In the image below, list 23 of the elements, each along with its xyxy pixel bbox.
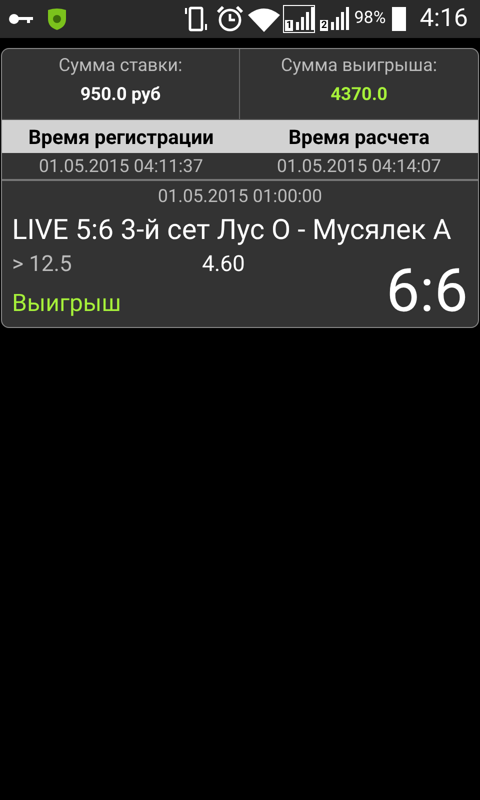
score: 6:6 [386,261,468,321]
sim-label: 1 [285,20,293,31]
shield-icon [46,7,68,31]
payout-label: Сумма выигрыша: [280,55,438,77]
result-status: Выигрыш [12,288,122,319]
alarm-icon [216,5,244,33]
battery-icon [392,7,406,31]
settlement-time: 01.05.2015 04:14:07 [276,155,442,179]
stake-amount: 950.0 руб [80,83,161,107]
event-time: 01.05.2015 01:00:00 [156,185,324,209]
payout-amount: 4370.0 [330,83,388,107]
stake-label: Сумма ставки: [58,55,182,77]
column-header: Время расчета [287,124,431,150]
event-title: LIVE 5:6 3-й сет Лус О - Мусялек А [12,212,452,248]
battery-percent: 98% [354,7,386,30]
registration-time: 01.05.2015 04:11:37 [38,155,204,179]
clock: 4:16 [420,3,468,36]
column-header: Время регистрации [27,124,215,150]
outcome: > 12.5 [12,251,73,279]
sim-label: 2 [320,20,328,31]
key-icon [8,13,34,25]
wifi-icon [248,6,280,32]
odds: 4.60 [202,251,245,279]
